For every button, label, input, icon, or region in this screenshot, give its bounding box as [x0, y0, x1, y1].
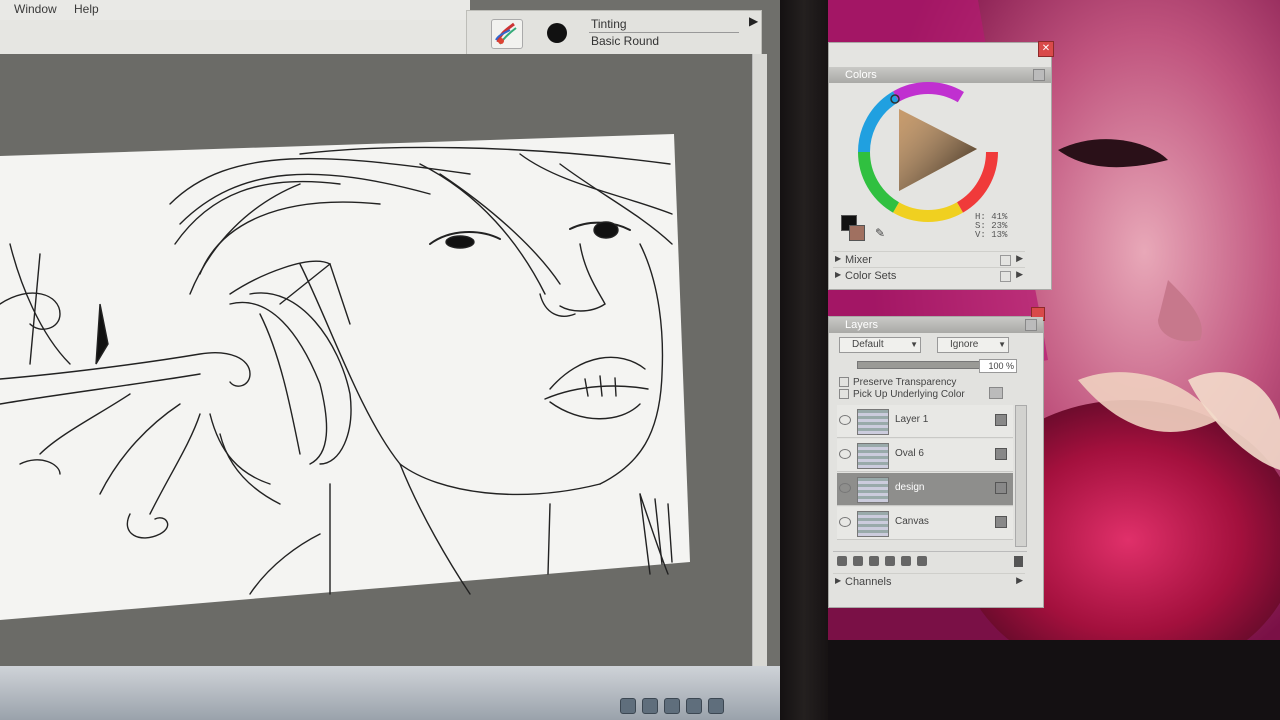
expand-triangle-icon: ▶ [835, 270, 842, 279]
lock-icon[interactable] [995, 516, 1007, 528]
preserve-transparency-option[interactable]: Preserve Transparency [839, 377, 956, 388]
taskbar [0, 666, 780, 720]
left-monitor: Window Help Tinting Basic Round ▶ [0, 0, 780, 720]
layers-panel-header[interactable]: Layers [829, 317, 1043, 333]
layer-thumbnail [857, 409, 889, 435]
layer-command-icon[interactable] [901, 556, 911, 566]
brush-icon[interactable] [491, 19, 523, 49]
chevron-right-icon[interactable]: ▶ [1016, 253, 1023, 264]
layer-scrollbar[interactable] [1015, 405, 1027, 547]
chevron-down-icon: ▼ [910, 340, 918, 349]
checkbox[interactable] [839, 389, 849, 400]
chevron-right-icon[interactable]: ▶ [1016, 269, 1023, 280]
layer-name: design [895, 482, 925, 493]
layers-panel: Layers Default ▼ Ignore ▼ 100 % Preserve… [828, 307, 1045, 608]
tray-icon[interactable] [664, 698, 680, 714]
right-monitor: ✕ Colors ✎ H: 41% S: 23% V: 13% ▶ Mixer … [828, 0, 1280, 720]
tray-icon[interactable] [642, 698, 658, 714]
layer-name: Layer 1 [895, 414, 929, 425]
layer-command-icon[interactable] [917, 556, 927, 566]
expand-arrow-icon[interactable]: ▶ [749, 14, 758, 28]
tray-icon[interactable] [686, 698, 702, 714]
layer-command-icon[interactable] [837, 556, 847, 566]
mixer-section[interactable]: ▶ Mixer ▶ [833, 251, 1025, 268]
tray-icon[interactable] [708, 698, 724, 714]
layer-row[interactable]: Layer 1 [837, 405, 1013, 438]
layer-command-icon[interactable] [853, 556, 863, 566]
checkbox[interactable] [839, 377, 849, 388]
menu-window[interactable]: Window [14, 2, 57, 16]
drawing-canvas[interactable] [0, 134, 690, 620]
brush-variant[interactable]: Basic Round [591, 34, 659, 48]
toolbar [0, 20, 470, 55]
value-value: V: 13% [975, 230, 1008, 240]
hsv-readout: H: 41% S: 23% V: 13% [975, 213, 1007, 240]
vertical-scrollbar[interactable] [752, 54, 767, 666]
workspace [0, 54, 752, 666]
panel-menu-icon[interactable] [1025, 319, 1037, 331]
color-sets-section[interactable]: ▶ Color Sets ▶ [833, 267, 1025, 284]
close-button[interactable]: ✕ [1038, 41, 1054, 57]
colors-panel: ✕ Colors ✎ H: 41% S: 23% V: 13% ▶ Mixer … [828, 41, 1054, 290]
layer-command-icon[interactable] [869, 556, 879, 566]
chevron-right-icon[interactable]: ▶ [1016, 575, 1023, 586]
expand-triangle-icon: ▶ [835, 576, 842, 585]
panel-menu-icon[interactable] [1000, 255, 1011, 266]
lock-icon[interactable] [995, 482, 1007, 494]
menu-bar: Window Help [0, 0, 470, 21]
layer-name: Oval 6 [895, 448, 924, 459]
menu-help[interactable]: Help [74, 2, 99, 16]
opacity-field[interactable]: 100 % [979, 359, 1017, 373]
color-wheel[interactable] [855, 79, 1001, 225]
monitor-bezel [780, 0, 828, 720]
lock-icon[interactable] [989, 387, 1003, 399]
eye-icon[interactable] [839, 517, 851, 527]
layers-panel-title: Layers [845, 319, 879, 331]
opacity-slider[interactable] [857, 361, 987, 369]
eye-icon[interactable] [839, 415, 851, 425]
category-underline [589, 32, 739, 33]
layer-list: Layer 1 Oval 6 design Canvas [837, 405, 1013, 545]
layer-commands [833, 551, 1027, 570]
eyedropper-icon[interactable]: ✎ [875, 226, 885, 240]
layer-row-selected[interactable]: design [837, 473, 1013, 506]
composite-depth-select[interactable]: Ignore ▼ [937, 337, 1009, 353]
trash-icon[interactable] [1014, 556, 1023, 567]
layer-row[interactable]: Oval 6 [837, 439, 1013, 472]
layer-row[interactable]: Canvas [837, 507, 1013, 540]
expand-triangle-icon: ▶ [835, 254, 842, 263]
property-bar: Tinting Basic Round ▶ [466, 10, 762, 56]
tray-icon[interactable] [620, 698, 636, 714]
eye-icon[interactable] [839, 449, 851, 459]
lock-icon[interactable] [995, 448, 1007, 460]
composite-method-select[interactable]: Default ▼ [839, 337, 921, 353]
brush-dab-icon[interactable] [547, 23, 567, 43]
lock-icon[interactable] [995, 414, 1007, 426]
layer-command-icon[interactable] [885, 556, 895, 566]
layer-thumbnail [857, 477, 889, 503]
channels-section[interactable]: ▶ Channels ▶ [833, 573, 1025, 590]
panel-menu-icon[interactable] [1033, 69, 1045, 81]
brush-category[interactable]: Tinting [591, 17, 627, 31]
additional-color-swatch[interactable] [849, 225, 865, 241]
eye-icon[interactable] [839, 483, 851, 493]
system-tray [620, 698, 770, 718]
layer-thumbnail [857, 511, 889, 537]
layer-thumbnail [857, 443, 889, 469]
chevron-down-icon: ▼ [998, 340, 1006, 349]
panel-menu-icon[interactable] [1000, 271, 1011, 282]
pick-up-underlying-color-option[interactable]: Pick Up Underlying Color [839, 389, 965, 400]
layer-name: Canvas [895, 516, 929, 527]
